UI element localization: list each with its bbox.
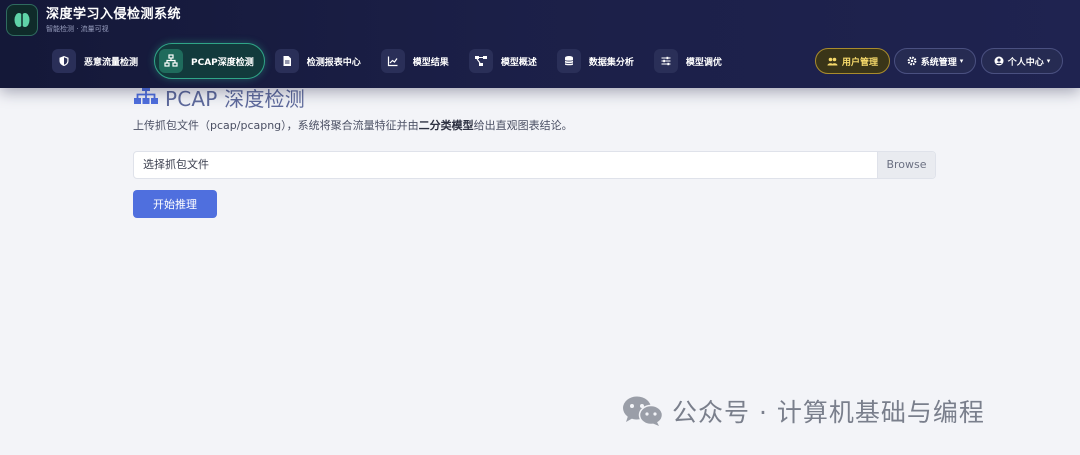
nav-label: 模型调优 xyxy=(685,57,722,68)
start-inference-button[interactable]: 开始推理 xyxy=(133,190,217,218)
main-nav: 恶意流量检测 PCAP深度检测 检测报表中心 模型结果 模型概述 数据集分析 模… xyxy=(48,42,738,80)
watermark-text: 公众号 · 计算机基础与编程 xyxy=(672,398,985,427)
nav-item-report-center[interactable]: 检测报表中心 xyxy=(271,43,371,79)
caret-down-icon: ▾ xyxy=(1046,57,1051,65)
file-input-placeholder[interactable]: 选择抓包文件 xyxy=(134,152,877,178)
nav-item-model-tuning[interactable]: 模型调优 xyxy=(650,43,732,79)
sliders-icon xyxy=(653,49,678,73)
nav-label: 数据集分析 xyxy=(588,57,634,68)
nav-item-dataset-analysis[interactable]: 数据集分析 xyxy=(553,43,644,79)
main-content: PCAP 深度检测 上传抓包文件（pcap/pcapng），系统将聚合流量特征并… xyxy=(133,85,936,218)
top-navbar: 深度学习入侵检测系统 智能检测 · 流量可视 恶意流量检测 PCAP深度检测 检… xyxy=(0,0,1080,88)
description-prefix: 上传抓包文件（pcap/pcapng），系统将聚合流量特征并由 xyxy=(133,119,419,132)
chart-line-icon xyxy=(380,49,405,73)
diagram-icon xyxy=(468,49,493,73)
watermark: 公众号 · 计算机基础与编程 xyxy=(622,393,985,429)
personal-center-label: 个人中心 xyxy=(1007,57,1044,68)
nav-item-model-results[interactable]: 模型结果 xyxy=(377,43,459,79)
shield-icon xyxy=(52,49,76,73)
page-description: 上传抓包文件（pcap/pcapng），系统将聚合流量特征并由二分类模型给出直观… xyxy=(133,117,936,133)
user-circle-icon xyxy=(994,56,1004,66)
nav-label: 模型结果 xyxy=(412,57,449,68)
app-subtitle: 智能检测 · 流量可视 xyxy=(46,25,109,33)
brand[interactable]: 深度学习入侵检测系统 智能检测 · 流量可视 xyxy=(6,4,181,36)
file-icon xyxy=(274,49,299,73)
nav-item-model-overview[interactable]: 模型概述 xyxy=(465,43,547,79)
personal-center-dropdown[interactable]: 个人中心 ▾ xyxy=(981,48,1063,74)
system-management-dropdown[interactable]: 系统管理 ▾ xyxy=(894,48,976,74)
app-title: 深度学习入侵检测系统 xyxy=(46,7,182,22)
users-icon xyxy=(827,57,838,66)
nav-label: 检测报表中心 xyxy=(306,57,361,68)
wechat-icon xyxy=(622,395,664,427)
brain-icon xyxy=(6,4,38,36)
nav-label: 模型概述 xyxy=(500,57,537,68)
user-management-label: 用户管理 xyxy=(841,57,878,68)
file-upload-field[interactable]: 选择抓包文件 Browse xyxy=(133,151,936,179)
browse-button[interactable]: Browse xyxy=(877,152,935,178)
user-management-button[interactable]: 用户管理 xyxy=(815,48,890,74)
caret-down-icon: ▾ xyxy=(959,57,964,65)
nav-label: 恶意流量检测 xyxy=(84,57,139,68)
database-icon xyxy=(556,49,581,73)
network-icon xyxy=(159,49,184,73)
page-title: PCAP 深度检测 xyxy=(133,85,936,111)
nav-item-pcap-detection[interactable]: PCAP深度检测 xyxy=(154,43,265,79)
system-management-label: 系统管理 xyxy=(920,57,957,68)
description-suffix: 给出直观图表结论。 xyxy=(473,119,573,132)
nav-item-malicious-traffic[interactable]: 恶意流量检测 xyxy=(48,43,148,79)
network-icon xyxy=(133,85,159,109)
description-bold: 二分类模型 xyxy=(418,119,474,132)
nav-label: PCAP深度检测 xyxy=(191,57,254,68)
gear-icon xyxy=(907,56,917,66)
